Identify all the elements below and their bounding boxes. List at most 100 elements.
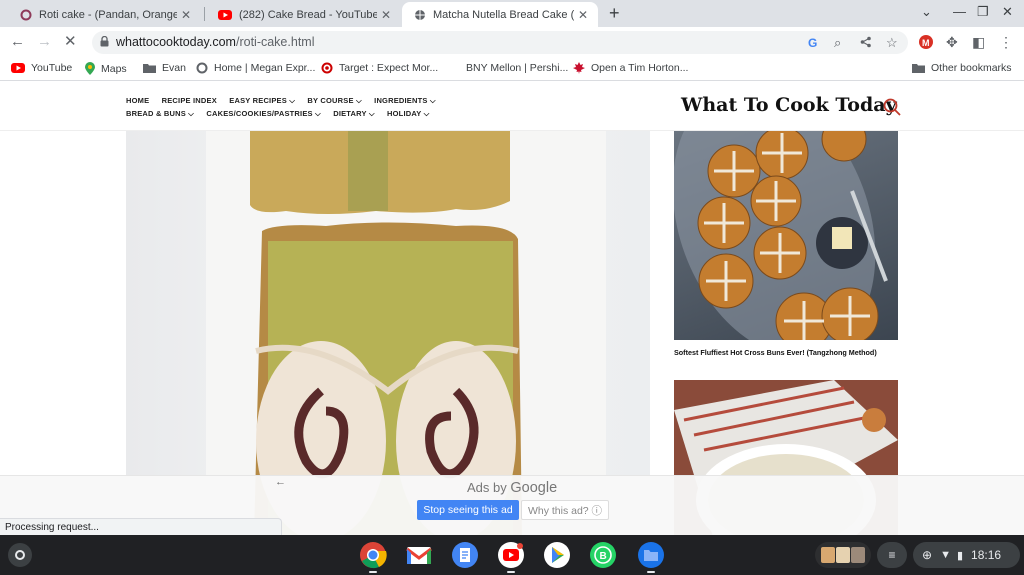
new-tab-button[interactable]: + bbox=[609, 3, 620, 24]
share-icon[interactable] bbox=[860, 36, 872, 48]
bookmark-youtube[interactable]: YouTube bbox=[11, 62, 72, 74]
why-this-ad-button[interactable]: Why this ad? ⓘ bbox=[521, 500, 609, 520]
extension-m-icon[interactable]: M bbox=[919, 35, 933, 49]
clock: 18:16 bbox=[971, 548, 1002, 562]
gmail-app-icon[interactable] bbox=[405, 541, 433, 569]
status-tray[interactable]: ⊕ ▼ ▮ 18:16 bbox=[913, 542, 1020, 568]
kebab-menu-icon[interactable]: ⋮ bbox=[999, 33, 1013, 51]
youtube-app-icon[interactable] bbox=[497, 541, 525, 569]
minimize-icon[interactable]: — bbox=[953, 4, 966, 19]
lock-icon bbox=[100, 36, 109, 47]
google-wordmark: Google bbox=[510, 480, 558, 496]
zoom-icon[interactable]: ⌕ bbox=[834, 35, 841, 51]
holding-space-thumbnails-icon bbox=[821, 547, 865, 563]
holding-space-tray[interactable] bbox=[815, 542, 871, 568]
docs-app-icon[interactable] bbox=[451, 541, 479, 569]
menu-holiday[interactable]: HOLIDAY ⌵ bbox=[387, 109, 430, 118]
status-bubble: Processing request... bbox=[0, 518, 282, 535]
bookmark-evan[interactable]: Evan bbox=[143, 62, 186, 74]
target-icon bbox=[321, 62, 333, 74]
stop-loading-icon[interactable]: ✕ bbox=[64, 33, 77, 51]
google-lens-icon[interactable]: G bbox=[808, 36, 820, 48]
bookmark-label: Target : Expect Mor... bbox=[339, 62, 439, 74]
menu-bread-buns[interactable]: BREAD & BUNS ⌵ bbox=[126, 109, 194, 118]
bookmark-target[interactable]: Target : Expect Mor... bbox=[321, 62, 438, 74]
bookmark-megan[interactable]: Home | Megan Expr... bbox=[196, 62, 315, 74]
globe-ring-icon bbox=[196, 62, 208, 74]
ad-back-arrow-icon[interactable]: ← bbox=[275, 476, 286, 488]
ads-by-text: Ads by bbox=[467, 480, 507, 495]
sidebar-post-title[interactable]: Softest Fluffiest Hot Cross Buns Ever! (… bbox=[674, 348, 904, 357]
search-icon[interactable] bbox=[883, 98, 901, 116]
close-icon[interactable]: ✕ bbox=[574, 8, 592, 22]
svg-text:B: B bbox=[600, 551, 607, 562]
folder-icon bbox=[143, 63, 156, 73]
restore-icon[interactable]: ❐ bbox=[977, 4, 989, 20]
hot-cross-buns-image[interactable] bbox=[674, 131, 898, 340]
extensions-puzzle-icon[interactable]: ✥ bbox=[946, 33, 958, 51]
launcher-icon[interactable] bbox=[8, 543, 32, 567]
address-bar[interactable]: whattocooktoday.com/roti-cake.html G ⌕ ☆ bbox=[92, 31, 908, 54]
url-domain: whattocooktoday.com bbox=[116, 35, 236, 49]
menu-by-course[interactable]: BY COURSE ⌵ bbox=[307, 96, 361, 105]
tab-strip: Roti cake - (Pandan, Orange, Cho ✕ (282)… bbox=[0, 0, 1024, 27]
folder-icon bbox=[912, 63, 925, 73]
url-path: /roti-cake.html bbox=[235, 35, 315, 49]
bookmark-bny[interactable]: BNY Mellon | Pershi... bbox=[466, 62, 568, 74]
stop-seeing-ad-button[interactable]: Stop seeing this ad bbox=[417, 500, 519, 520]
whattocooktoday-icon bbox=[20, 9, 32, 20]
primary-menu-row1: HOME RECIPE INDEX EASY RECIPES ⌵ BY COUR… bbox=[126, 96, 446, 106]
tab-title: Matcha Nutella Bread Cake (Roti bbox=[433, 8, 574, 21]
bookmark-label: BNY Mellon | Pershi... bbox=[466, 62, 569, 74]
bookmark-tim-hortons[interactable]: Open a Tim Horton... bbox=[573, 62, 688, 74]
url-text: whattocooktoday.com/roti-cake.html bbox=[116, 35, 314, 49]
menu-easy-recipes[interactable]: EASY RECIPES ⌵ bbox=[229, 96, 295, 105]
menu-recipe-index[interactable]: RECIPE INDEX bbox=[162, 96, 217, 105]
ads-by-google-label: Ads by Google bbox=[467, 480, 557, 496]
tab-matcha-active[interactable]: Matcha Nutella Bread Cake (Roti ✕ bbox=[402, 2, 598, 27]
bookmark-maps[interactable]: Maps bbox=[85, 62, 127, 75]
tab-youtube[interactable]: (282) Cake Bread - YouTube ✕ bbox=[206, 2, 401, 27]
maple-leaf-icon bbox=[573, 62, 585, 74]
tab-title: Roti cake - (Pandan, Orange, Cho bbox=[39, 8, 177, 21]
chromeos-shelf: B ≡ ⊕ ▼ ▮ 18:16 bbox=[0, 535, 1024, 575]
site-header: HOME RECIPE INDEX EASY RECIPES ⌵ BY COUR… bbox=[0, 81, 1024, 131]
back-arrow-icon[interactable]: ← bbox=[10, 33, 25, 51]
browser-toolbar: ← → ✕ whattocooktoday.com/roti-cake.html… bbox=[0, 27, 1024, 57]
bookmark-label: Evan bbox=[162, 62, 186, 74]
tab-search-chevron-icon[interactable]: ⌄ bbox=[921, 4, 932, 20]
youtube-icon bbox=[218, 9, 232, 20]
site-logo[interactable]: What To Cook Today bbox=[681, 94, 897, 116]
loading-globe-icon bbox=[415, 9, 425, 20]
running-indicator bbox=[507, 571, 515, 573]
bookmark-label: YouTube bbox=[31, 62, 73, 74]
menu-cakes-cookies[interactable]: CAKES/COOKIES/PASTRIES ⌵ bbox=[206, 109, 321, 118]
bookmarks-bar: YouTube Maps Evan Home | Megan Expr... T… bbox=[0, 57, 1024, 81]
bookmark-label: Other bookmarks bbox=[931, 62, 1012, 74]
bookmark-star-icon[interactable]: ☆ bbox=[886, 35, 898, 51]
running-indicator bbox=[369, 571, 377, 573]
chrome-app-icon[interactable] bbox=[359, 541, 387, 569]
window-close-icon[interactable]: ✕ bbox=[1002, 4, 1013, 20]
bookmark-other[interactable]: Other bookmarks bbox=[912, 62, 1012, 74]
close-icon[interactable]: ✕ bbox=[177, 8, 195, 22]
bookmark-label: Open a Tim Horton... bbox=[591, 62, 689, 74]
files-app-icon[interactable] bbox=[637, 541, 665, 569]
tote-tray[interactable]: ≡ bbox=[877, 542, 907, 568]
media-controls-icon: ≡ bbox=[888, 548, 896, 562]
forward-arrow-icon[interactable]: → bbox=[37, 33, 52, 51]
bookmark-label: Maps bbox=[101, 62, 127, 75]
wifi-icon: ▼ bbox=[940, 549, 951, 561]
bookmark-label: Home | Megan Expr... bbox=[214, 62, 316, 74]
menu-home[interactable]: HOME bbox=[126, 96, 149, 105]
whatsapp-business-app-icon[interactable]: B bbox=[589, 541, 617, 569]
side-panel-icon[interactable]: ◧ bbox=[972, 33, 985, 51]
hot-cross-buns-illustration bbox=[674, 131, 888, 340]
battery-icon: ▮ bbox=[956, 549, 964, 562]
menu-ingredients[interactable]: INGREDIENTS ⌵ bbox=[374, 96, 436, 105]
play-store-app-icon[interactable] bbox=[543, 541, 571, 569]
menu-dietary[interactable]: DIETARY ⌵ bbox=[333, 109, 375, 118]
add-circle-icon: ⊕ bbox=[922, 548, 933, 562]
tab-roti-cake[interactable]: Roti cake - (Pandan, Orange, Cho ✕ bbox=[8, 2, 201, 27]
close-icon[interactable]: ✕ bbox=[377, 8, 395, 22]
